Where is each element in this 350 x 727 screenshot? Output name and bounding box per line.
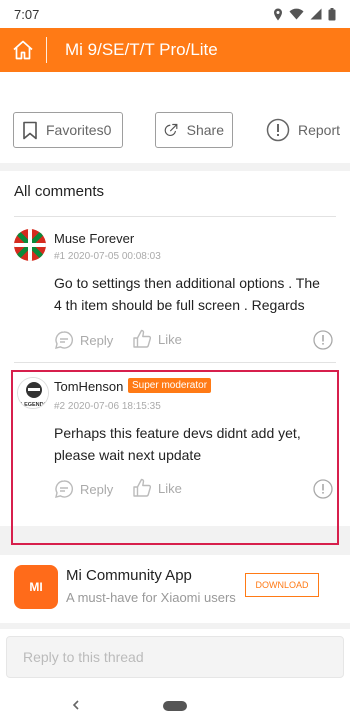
share-icon: [164, 123, 178, 137]
back-icon[interactable]: [70, 696, 82, 714]
favorites-count: 0: [103, 122, 112, 138]
battery-icon: [328, 7, 336, 20]
header-divider: [46, 37, 47, 63]
app-promo-banner[interactable]: MI Mi Community App A must-have for Xiao…: [0, 555, 350, 623]
like-button[interactable]: Like: [132, 329, 182, 349]
share-button[interactable]: Share: [155, 112, 233, 148]
favorites-label: Favorites: [46, 122, 104, 138]
reply-input[interactable]: Reply to this thread: [6, 636, 344, 678]
home-icon: [13, 40, 33, 60]
reply-label: Reply: [80, 332, 114, 348]
report-label: Report: [298, 122, 341, 138]
location-icon: [274, 8, 282, 20]
app-header: Mi 9/SE/T/T Pro/Lite: [0, 28, 350, 72]
mi-community-logo: MI: [14, 565, 58, 609]
bookmark-icon: [23, 121, 37, 139]
status-icons: [273, 7, 336, 21]
share-label: Share: [186, 122, 224, 138]
thumbs-up-icon: [133, 329, 152, 348]
reply-button[interactable]: Reply: [54, 330, 113, 350]
favorites-button[interactable]: Favorites0: [13, 112, 123, 148]
home-button[interactable]: [0, 28, 46, 72]
promo-title: Mi Community App: [66, 567, 192, 584]
comment-meta: #1 2020-07-05 00:08:03: [54, 251, 161, 262]
report-icon: [266, 118, 290, 142]
more-options-icon[interactable]: [313, 330, 333, 350]
wifi-icon: [289, 8, 304, 20]
page-title: Mi 9/SE/T/T Pro/Lite: [65, 40, 218, 59]
signal-icon: [310, 8, 322, 20]
like-label: Like: [158, 331, 182, 347]
promo-subtitle: A must-have for Xiaomi users: [66, 590, 236, 605]
divider: [14, 216, 336, 217]
report-button[interactable]: Report: [266, 112, 340, 148]
flag-avatar-image: [14, 229, 46, 261]
logo-text: MI: [29, 580, 43, 594]
home-pill[interactable]: [163, 701, 187, 711]
divider: [14, 362, 336, 363]
comment-content: Go to settings then additional options .…: [54, 275, 320, 313]
thread-actions: Favorites0 Share Report: [0, 112, 350, 154]
avatar[interactable]: [14, 229, 46, 261]
section-separator: [0, 163, 350, 171]
status-bar: 7:07: [0, 0, 350, 28]
download-button[interactable]: DOWNLOAD: [245, 573, 319, 597]
highlight-box: [11, 370, 339, 545]
reply-icon: [55, 331, 73, 349]
comment-username[interactable]: Muse Forever: [54, 231, 134, 246]
section-separator: [0, 623, 350, 629]
system-nav-bar: [0, 684, 350, 727]
section-title: All comments: [14, 183, 105, 200]
status-time: 7:07: [14, 6, 40, 22]
